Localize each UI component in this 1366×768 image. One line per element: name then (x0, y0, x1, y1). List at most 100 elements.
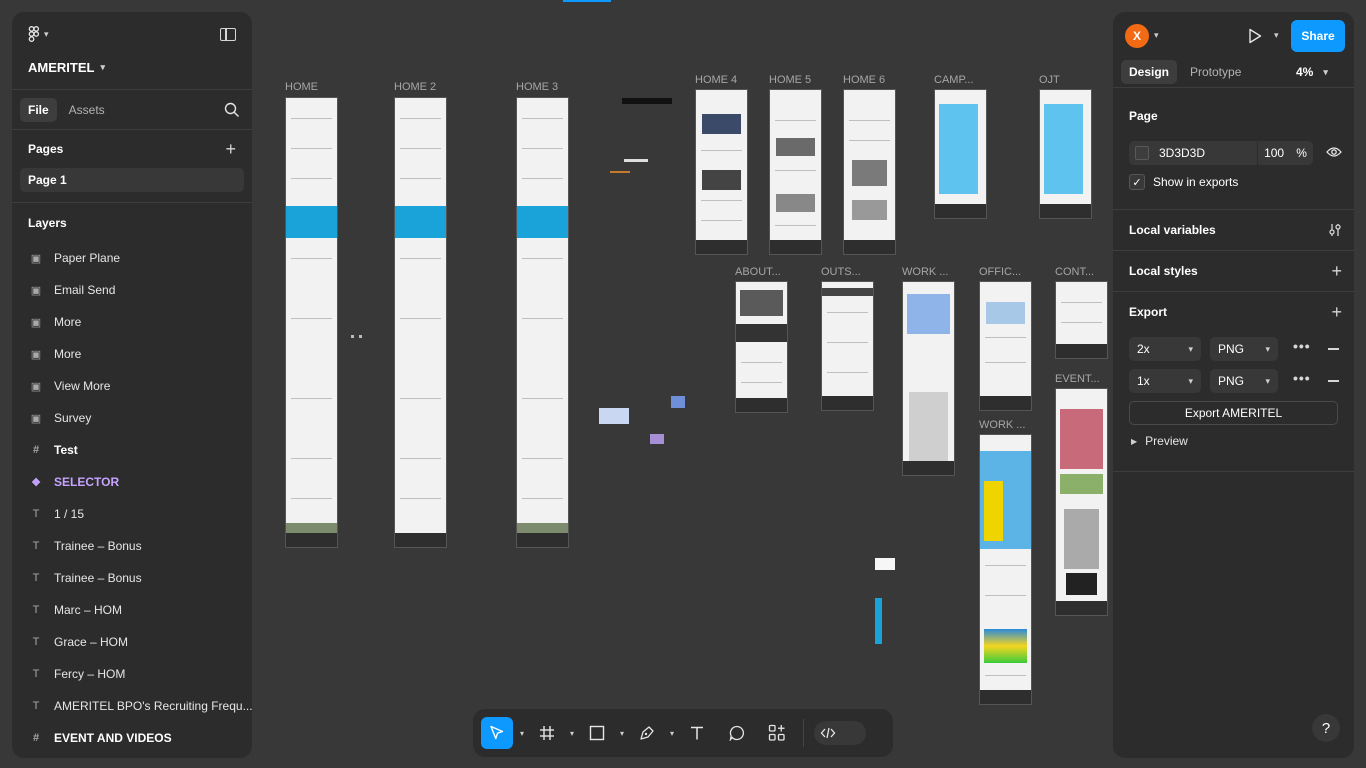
toggle-sidebar-icon[interactable] (220, 28, 236, 41)
layer-label: Trainee – Bonus (54, 571, 142, 585)
add-style-icon[interactable]: + (1331, 262, 1342, 280)
local-styles-label: Local styles (1129, 264, 1198, 278)
text-icon: T (32, 508, 40, 520)
chevron-down-icon: ▾ (1323, 66, 1328, 77)
frame-home[interactable] (285, 97, 338, 548)
layer-item[interactable]: ❖ SELECTOR (12, 466, 252, 498)
active-tab-indicator (563, 0, 611, 2)
zoom-dropdown[interactable]: 4% ▾ (1296, 65, 1328, 79)
layer-item[interactable]: T Grace – HOM (12, 626, 252, 658)
chevron-down-icon[interactable]: ▾ (1274, 30, 1279, 41)
preview-toggle[interactable]: ▶ Preview (1131, 434, 1188, 448)
rectangle-tool[interactable] (581, 717, 613, 749)
export-button[interactable]: Export AMERITEL (1129, 401, 1338, 425)
cursor-arrow-icon (490, 725, 504, 740)
comment-bubble-icon (729, 725, 745, 741)
export-scale-dropdown-1[interactable]: 2x ▾ (1129, 337, 1201, 361)
add-page-icon[interactable]: + (225, 140, 236, 158)
export-scale-dropdown-2[interactable]: 1x ▾ (1129, 369, 1201, 393)
layer-item[interactable]: T Trainee – Bonus (12, 530, 252, 562)
tab-design[interactable]: Design (1121, 60, 1178, 84)
frame-home-5[interactable] (769, 89, 822, 255)
frame-home-6[interactable] (843, 89, 896, 255)
layer-item[interactable]: # Test (12, 434, 252, 466)
more-options-icon[interactable]: ••• (1293, 370, 1311, 386)
layer-item[interactable]: T 1 / 15 (12, 498, 252, 530)
remove-export-icon[interactable] (1328, 380, 1339, 382)
layer-item[interactable]: ▣ Survey (12, 402, 252, 434)
frame-event[interactable] (1055, 388, 1108, 616)
show-in-exports-label: Show in exports (1153, 175, 1239, 189)
avatar[interactable]: X (1125, 24, 1149, 48)
frame-work-2[interactable] (979, 434, 1032, 705)
eye-icon[interactable] (1326, 146, 1342, 158)
layer-label: 1 / 15 (54, 507, 85, 521)
layer-item[interactable]: ▣ More (12, 306, 252, 338)
layer-item[interactable]: T Fercy – HOM (12, 658, 252, 690)
page-color-field[interactable]: 3D3D3D 100 % (1129, 141, 1313, 165)
tab-prototype[interactable]: Prototype (1182, 60, 1249, 84)
frame-ojt[interactable] (1039, 89, 1092, 219)
chevron-down-icon[interactable]: ▾ (613, 729, 631, 738)
show-in-exports-checkbox[interactable]: ✓ Show in exports (1129, 174, 1238, 190)
chevron-down-icon[interactable]: ▾ (663, 729, 681, 738)
frame-about[interactable] (735, 281, 788, 413)
layer-item[interactable]: T AMERITEL BPO's Recruiting Frequ... (12, 690, 252, 722)
local-variables-label: Local variables (1129, 223, 1216, 237)
right-sidebar: X ▾ ▾ Share Design Prototype 4% ▾ Page 3… (1113, 12, 1354, 758)
frame-home-4[interactable] (695, 89, 748, 255)
layer-item[interactable]: T Trainee – Bonus (12, 562, 252, 594)
main-menu-button[interactable]: ▾ (28, 26, 49, 42)
present-play-icon[interactable] (1248, 28, 1262, 44)
frame-label-work-2: WORK ... (979, 419, 1026, 431)
export-format-dropdown-1[interactable]: PNG ▾ (1210, 337, 1278, 361)
layer-item[interactable]: ▣ More (12, 338, 252, 370)
chevron-down-icon[interactable]: ▾ (513, 729, 531, 738)
resources-tool[interactable] (761, 717, 793, 749)
remove-export-icon[interactable] (1328, 348, 1339, 350)
local-styles-section[interactable]: Local styles + (1113, 251, 1354, 292)
file-name[interactable]: AMERITEL ▾ (28, 60, 105, 75)
chevron-down-icon: ▾ (44, 28, 49, 39)
chevron-down-icon[interactable]: ▾ (563, 729, 581, 738)
frame-cont[interactable] (1055, 281, 1108, 359)
tab-file[interactable]: File (20, 97, 57, 122)
search-icon[interactable] (224, 102, 240, 118)
share-button[interactable]: Share (1291, 20, 1345, 52)
layer-item[interactable]: T Marc – HOM (12, 594, 252, 626)
text-tool[interactable] (681, 717, 713, 749)
help-button[interactable]: ? (1312, 714, 1340, 742)
color-hex[interactable]: 3D3D3D (1159, 146, 1205, 160)
sliders-icon[interactable] (1328, 223, 1342, 237)
frame-home-3[interactable] (516, 97, 569, 548)
local-variables-section[interactable]: Local variables (1113, 210, 1354, 251)
frame-label-home-2: HOME 2 (394, 81, 437, 93)
pen-tool[interactable] (631, 717, 663, 749)
layer-item[interactable]: ▣ Email Send (12, 274, 252, 306)
comment-tool[interactable] (721, 717, 753, 749)
dev-mode-toggle[interactable] (814, 721, 866, 745)
frame-outs[interactable] (821, 281, 874, 411)
more-options-icon[interactable]: ••• (1293, 338, 1311, 354)
move-tool[interactable] (481, 717, 513, 749)
layer-item[interactable]: # EVENT AND VIDEOS (12, 722, 252, 754)
image-icon: ▣ (30, 252, 42, 265)
frame-tool[interactable] (531, 717, 563, 749)
frame-camp[interactable] (934, 89, 987, 219)
frame-work[interactable] (902, 281, 955, 476)
chevron-down-icon[interactable]: ▾ (1154, 30, 1159, 41)
layer-item[interactable]: ▣ View More (12, 370, 252, 402)
export-format-dropdown-2[interactable]: PNG ▾ (1210, 369, 1278, 393)
tab-assets[interactable]: Assets (61, 98, 113, 122)
layer-item[interactable]: ▣ Paper Plane (12, 242, 252, 274)
opacity-field[interactable]: 100 % (1257, 141, 1313, 165)
component-icon: ❖ (31, 476, 41, 489)
color-swatch[interactable] (1135, 146, 1149, 160)
frame-home-2[interactable] (394, 97, 447, 548)
page-item-page-1[interactable]: Page 1 (20, 168, 244, 192)
layer-label: AMERITEL BPO's Recruiting Frequ... (54, 699, 252, 713)
frame-label-home-6: HOME 6 (843, 74, 886, 86)
export-format-value: PNG (1218, 374, 1245, 388)
frame-offic[interactable] (979, 281, 1032, 411)
add-export-icon[interactable]: + (1331, 303, 1342, 321)
